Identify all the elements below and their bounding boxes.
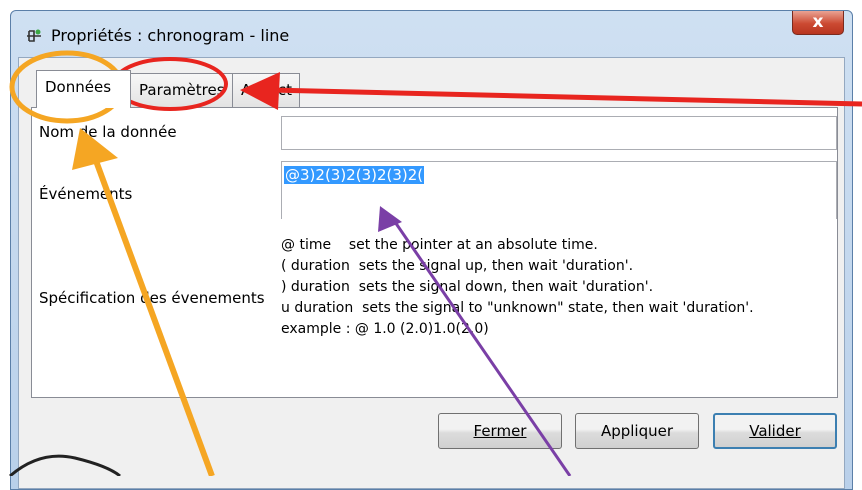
validate-button[interactable]: Valider xyxy=(713,413,837,449)
close-window-button[interactable]: x xyxy=(792,11,844,35)
title-bar[interactable]: Propriétés : chronogram - line x xyxy=(11,11,852,57)
spec-line: ) duration sets the signal down, then wa… xyxy=(281,279,654,295)
close-button-label: Fermer xyxy=(473,422,527,440)
dialog-body: Données Paramètres Aspect Nom de la donn… xyxy=(18,57,845,489)
events-input[interactable]: @3)2(3)2(3)2(3)2( xyxy=(281,161,837,219)
tab-label: Données xyxy=(45,78,112,96)
tab-label: Aspect xyxy=(241,81,292,99)
events-label: Événements xyxy=(39,185,133,203)
tab-parametres[interactable]: Paramètres xyxy=(130,73,233,107)
spec-line: example : @ 1.0 (2.0)1.0(2.0) xyxy=(281,321,489,337)
spec-line: @ time set the pointer at an absolute ti… xyxy=(281,237,598,253)
apply-button[interactable]: Appliquer xyxy=(575,413,699,449)
close-button[interactable]: Fermer xyxy=(438,413,562,449)
close-icon: x xyxy=(812,12,824,32)
name-input[interactable] xyxy=(281,116,837,150)
window-title: Propriétés : chronogram - line xyxy=(51,26,290,45)
app-icon xyxy=(27,29,41,42)
tab-donnees[interactable]: Données xyxy=(36,70,131,108)
spec-help-text: @ time set the pointer at an absolute ti… xyxy=(281,235,754,340)
tab-label: Paramètres xyxy=(139,81,225,99)
tab-panel: Nom de la donnée Événements @3)2(3)2(3)2… xyxy=(31,107,838,398)
name-label: Nom de la donnée xyxy=(39,123,177,141)
validate-button-label: Valider xyxy=(749,422,801,440)
spec-label: Spécification des évenements xyxy=(39,289,265,307)
tab-aspect[interactable]: Aspect xyxy=(232,73,300,107)
spec-line: u duration sets the signal to "unknown" … xyxy=(281,300,754,316)
properties-dialog: Propriétés : chronogram - line x Données… xyxy=(10,10,853,490)
spec-line: ( duration sets the signal up, then wait… xyxy=(281,258,634,274)
apply-button-label: Appliquer xyxy=(600,422,674,440)
events-input-value: @3)2(3)2(3)2(3)2( xyxy=(284,166,425,184)
